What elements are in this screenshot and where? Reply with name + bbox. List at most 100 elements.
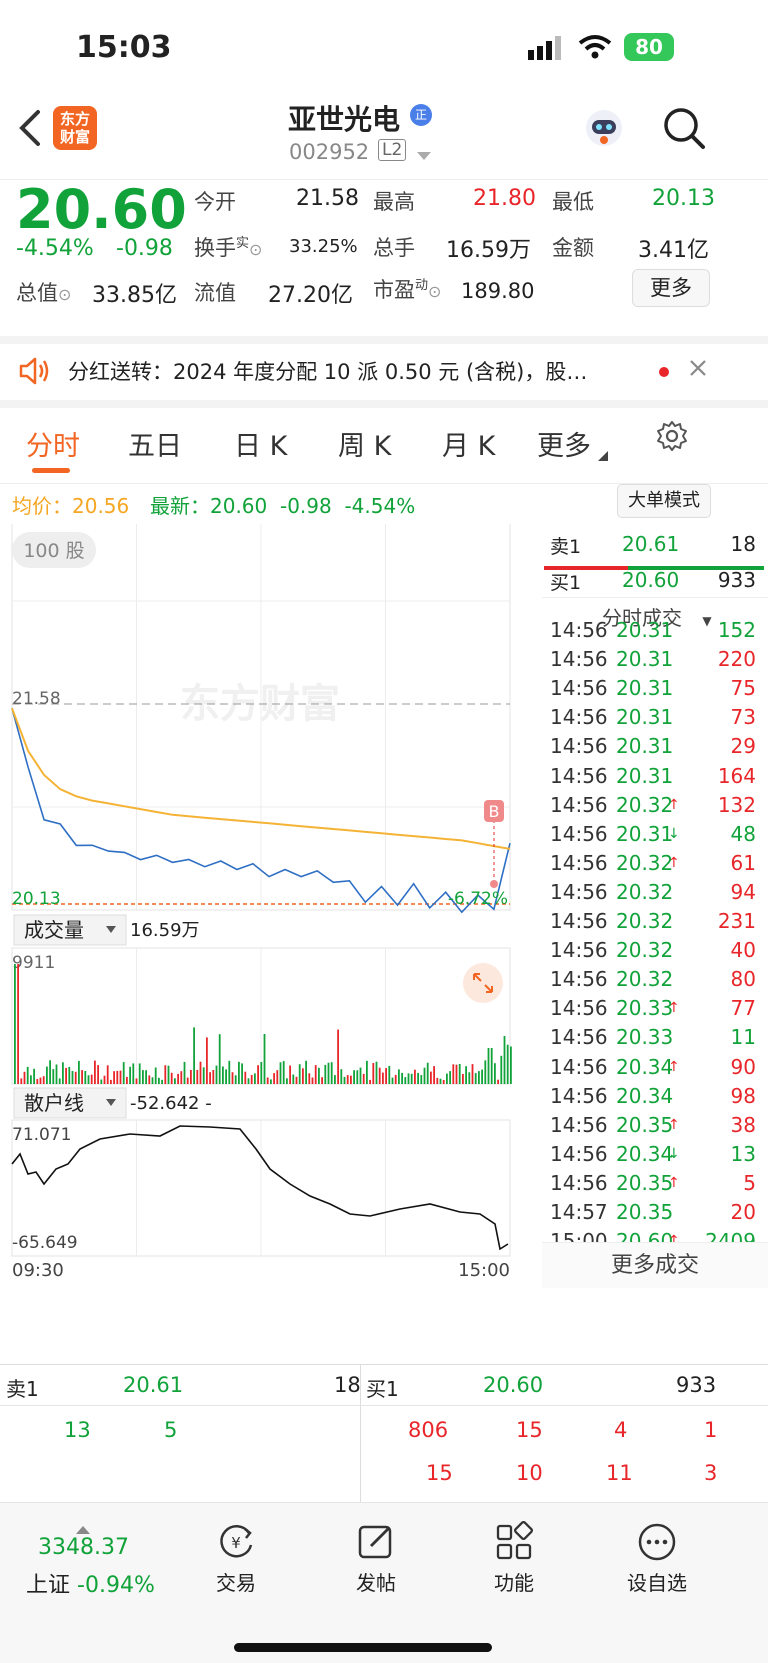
side-sell-price: 20.61 [622, 532, 680, 556]
volume-bar [263, 1034, 266, 1084]
volume-bar [241, 1063, 243, 1084]
volume-bar [119, 1070, 122, 1084]
volume-bar [410, 1073, 413, 1084]
intraday-chart[interactable]: 东方财富23.036.72%21.5820.13-6.72%100 股B成交量1… [0, 497, 545, 1364]
open-value: 21.58 [296, 186, 359, 211]
trade-direction-icon: ↑ [668, 1058, 680, 1075]
volume-bar [494, 1063, 496, 1084]
quote-panel: 20.60 -4.54% -0.98 今开 21.58 最高 21.80 最低 … [0, 178, 768, 336]
caret-icon [598, 446, 608, 465]
buy1-vol: 933 [676, 1373, 717, 1397]
change-pct: -4.54% [16, 236, 94, 261]
search-icon[interactable] [662, 106, 706, 150]
volume-bar [481, 1069, 483, 1084]
status-bar: 15:03 80 [0, 0, 768, 100]
price-summary-bar: 均价：20.56 最新：20.60 -0.98 -4.54% 大单模式 [0, 484, 768, 524]
dividend-notice[interactable]: 分红送转：2024 年度分配 10 派 0.50 元 (含税)，股… [0, 336, 768, 408]
tab-monthly[interactable]: 月 K [442, 424, 495, 463]
trade-time: 14:56 [550, 909, 608, 933]
volume-bar [468, 1072, 471, 1084]
nav-trade[interactable]: ¥ 交易 [196, 1521, 276, 1596]
volume-bar [199, 1061, 202, 1084]
trade-volume: 94 [730, 879, 756, 904]
volume-bar [164, 1065, 167, 1084]
trade-time: 14:56 [550, 647, 608, 672]
index-value: 3348.37 [38, 1535, 129, 1560]
close-icon[interactable] [688, 358, 708, 382]
buy-queue-item: 4 [614, 1418, 628, 1442]
trade-volume: 11 [730, 1025, 756, 1050]
avg-label: 均价： [12, 494, 72, 518]
trade-row: 14:56 20.32 80 [542, 967, 768, 998]
bottom-nav: 3348.37 上证 -0.94% ¥ 交易 发帖 功能 设自选 [0, 1502, 768, 1663]
back-button[interactable] [14, 108, 48, 148]
more-quote-button[interactable]: 更多 [632, 269, 710, 307]
chevron-down-icon[interactable] [416, 146, 432, 165]
trade-row: 14:56 20.32 40 [542, 938, 768, 969]
index-ticker[interactable]: 3348.37 上证 -0.94% [0, 1503, 170, 1613]
big-order-mode-button[interactable]: 大单模式 [617, 484, 711, 518]
volume-bar [215, 1065, 218, 1084]
volume-bar [270, 1079, 272, 1084]
volume-bar [180, 1071, 183, 1084]
edit-icon [358, 1525, 392, 1559]
nav-watchlist[interactable]: 设自选 [612, 1521, 702, 1596]
volume-bar [260, 1062, 263, 1084]
tab-5day[interactable]: 五日 [128, 424, 182, 463]
battery-level: 80 [635, 35, 663, 59]
trade-time: 14:56 [550, 676, 608, 701]
volume-bar [279, 1062, 282, 1084]
trade-volume: 152 [717, 618, 756, 642]
volume-bar [257, 1065, 259, 1084]
buy-queue-item: 15 [426, 1461, 453, 1485]
buy-queue-item: 1 [704, 1418, 718, 1442]
time-end-label: 15:00 [458, 1260, 510, 1281]
volume-bar [337, 1029, 339, 1084]
volume-bar [449, 1071, 451, 1084]
volume-bar [17, 964, 19, 1084]
more-trades-button[interactable]: 更多成交 [542, 1242, 768, 1288]
nav-function[interactable]: 功能 [474, 1520, 554, 1596]
trade-volume: 231 [717, 909, 756, 933]
tab-daily[interactable]: 日 K [234, 424, 287, 463]
volume-bar [110, 1079, 112, 1084]
tab-more[interactable]: 更多 [537, 424, 591, 463]
trade-volume: 90 [730, 1054, 756, 1079]
volume-bar [209, 1072, 211, 1084]
volume-bar [334, 1075, 336, 1084]
gear-icon[interactable] [656, 420, 688, 456]
volume-bar [100, 1079, 103, 1084]
trade-time: 14:56 [550, 1083, 608, 1108]
volume-bar [362, 1073, 365, 1084]
trade-row: 14:56 20.35 ↑ 38 [542, 1113, 768, 1144]
volume-bar [161, 1079, 163, 1084]
volume-bar [14, 964, 16, 1084]
volume-bar [142, 1070, 144, 1084]
retail-selector-label: 散户线 [24, 1091, 84, 1115]
volume-bar [55, 1064, 58, 1084]
nav-watchlist-label: 设自选 [627, 1571, 687, 1595]
volume-bar [500, 1055, 503, 1084]
grid-icon [496, 1520, 534, 1560]
info-icon[interactable]: ⊙ [428, 282, 441, 301]
tab-intraday[interactable]: 分时 [26, 424, 80, 463]
volume-bar [145, 1070, 147, 1084]
info-icon[interactable]: ⊙ [249, 240, 262, 259]
tab-weekly[interactable]: 周 K [338, 424, 391, 463]
robot-assistant-icon[interactable] [582, 106, 626, 150]
trade-volume: 98 [730, 1083, 756, 1108]
latest-value: 20.60 [210, 494, 268, 518]
volume-bar [20, 1078, 23, 1084]
battery-icon: 80 [624, 33, 674, 61]
trade-volume: 38 [730, 1112, 756, 1137]
trade-price: 20.34 [616, 1141, 674, 1166]
amount-value: 3.41亿 [638, 238, 709, 263]
trade-direction-icon: ↓ [668, 825, 680, 842]
volume-bar [129, 1066, 131, 1084]
volume-bar [401, 1072, 403, 1084]
nav-post[interactable]: 发帖 [336, 1521, 416, 1596]
buy1-label: 买1 [366, 1377, 399, 1401]
avg-value: 20.56 [72, 494, 130, 518]
volume-bar [366, 1060, 368, 1084]
info-icon[interactable]: ⊙ [58, 285, 71, 304]
